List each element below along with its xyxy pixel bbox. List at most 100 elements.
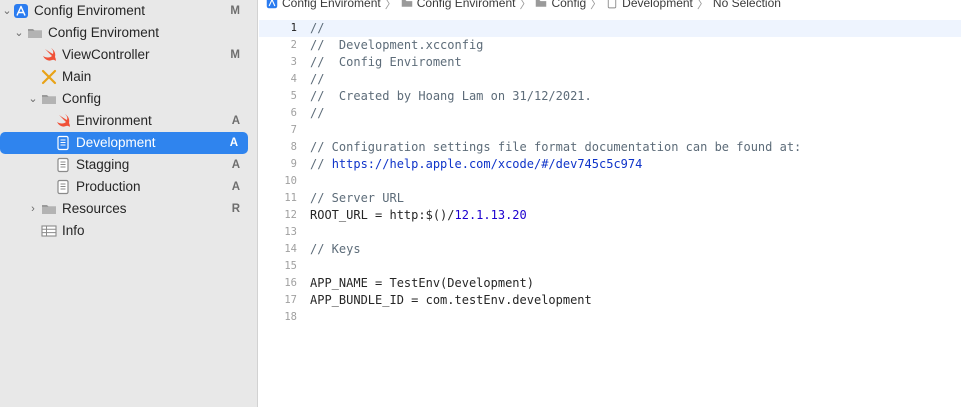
code-line[interactable]: 10 [259,173,961,190]
code-text: // [310,21,325,35]
code-line[interactable]: 2 // Development.xcconfig [259,37,961,54]
code-line[interactable]: 5 // Created by Hoang Lam on 31/12/2021. [259,88,961,105]
line-number: 3 [290,56,297,68]
ip-literal: 12.1.13.20 [454,208,527,222]
code-line[interactable]: 14 // Keys [259,241,961,258]
code-line[interactable]: 6 // [259,105,961,122]
code-line[interactable]: 7 [259,122,961,139]
line-number: 11 [284,192,297,204]
sidebar-item-label: Development [76,135,156,150]
status-badge: A [231,181,240,193]
chevron-down-icon[interactable]: ⌄ [13,22,25,44]
chevron-right-icon: 〉 [696,0,709,11]
code-line[interactable]: 16 APP_NAME = TestEnv(Development) [259,275,961,292]
document-icon [55,135,71,151]
document-icon [606,0,618,9]
chevron-right-icon: 〉 [590,0,603,11]
code-line[interactable]: 15 [259,258,961,275]
code-key-value: ROOT_URL = http:$()/ [310,208,455,222]
sidebar-item-label: Config Enviroment [48,25,160,40]
document-icon [55,157,71,173]
chevron-right-icon: 〉 [519,0,532,11]
folder-icon [27,25,43,41]
sidebar-item-development[interactable]: Development A [0,132,248,154]
line-number: 17 [284,294,297,306]
sidebar-item-resources[interactable]: › Resources R [0,198,250,220]
sidebar-item-info[interactable]: Info [0,220,250,242]
status-badge: M [230,49,240,61]
code-text: // https://help.apple.com/xcode/#/dev745… [310,156,642,173]
status-badge: A [231,159,240,171]
project-navigator: ⌄ Config Enviroment M ⌄ Config Enviromen… [0,0,258,407]
line-number: 12 [284,209,297,221]
breadcrumb-item-project[interactable]: Config Enviroment [282,0,381,10]
status-badge: A [229,137,238,149]
folder-icon [535,0,547,9]
line-number: 6 [290,107,297,119]
chevron-right-icon[interactable]: › [27,198,39,220]
app-project-icon [13,3,29,19]
code-line[interactable]: 8 // Configuration settings file format … [259,139,961,156]
sidebar-item-production[interactable]: Production A [0,176,250,198]
code-line[interactable]: 11 // Server URL [259,190,961,207]
chevron-down-icon[interactable]: ⌄ [1,0,13,22]
folder-icon [41,91,57,107]
status-badge: A [231,115,240,127]
line-number: 7 [290,124,297,136]
code-line[interactable]: 1 // [259,20,961,37]
code-line[interactable]: 4 // [259,71,961,88]
code-line[interactable]: 9 // https://help.apple.com/xcode/#/dev7… [259,156,961,173]
sidebar-item-label: Stagging [76,157,130,172]
documentation-link[interactable]: https://help.apple.com/xcode/#/dev745c5c… [332,157,643,171]
code-line[interactable]: 3 // Config Enviroment [259,54,961,71]
code-text: // Server URL [310,191,404,205]
breadcrumb-item-file[interactable]: Development [622,0,693,10]
status-badge: M [230,5,240,17]
sidebar-item-group[interactable]: ⌄ Config Enviroment [0,22,250,44]
sidebar-item-stagging[interactable]: Stagging A [0,154,250,176]
sidebar-item-viewcontroller[interactable]: ViewController M [0,44,250,66]
sidebar-item-label: Main [62,69,92,84]
sidebar-item-config[interactable]: ⌄ Config [0,88,250,110]
plist-table-icon [41,223,57,239]
code-text: ROOT_URL = http:$()/12.1.13.20 [310,207,527,224]
code-text: // Keys [310,242,361,256]
swift-icon [41,47,57,63]
document-icon [55,179,71,195]
sidebar-item-label: ViewController [62,47,150,62]
sidebar-item-project[interactable]: ⌄ Config Enviroment M [0,0,250,22]
folder-icon [401,0,413,9]
line-number: 15 [284,260,297,272]
chevron-down-icon[interactable]: ⌄ [27,88,39,110]
breadcrumb-item-config[interactable]: Config [551,0,586,10]
sidebar-item-main[interactable]: Main [0,66,250,88]
line-number: 16 [284,277,297,289]
code-text: // Config Enviroment [310,55,462,69]
swift-icon [55,113,71,129]
line-number: 4 [290,73,297,85]
code-text: // Development.xcconfig [310,38,484,52]
line-number: 13 [284,226,297,238]
code-line[interactable]: 13 [259,224,961,241]
app-project-icon [266,0,278,9]
code-line[interactable]: 12 ROOT_URL = http:$()/12.1.13.20 [259,207,961,224]
sidebar-item-label: Environment [76,113,152,128]
line-number: 2 [290,39,297,51]
sidebar-item-label: Config Enviroment [34,3,146,18]
code-text: APP_BUNDLE_ID = com.testEnv.development [310,293,592,307]
breadcrumb-item-group[interactable]: Config Enviroment [417,0,516,10]
code-line[interactable]: 17 APP_BUNDLE_ID = com.testEnv.developme… [259,292,961,309]
breadcrumb-item-selection[interactable]: No Selection [713,0,781,10]
sidebar-item-environment[interactable]: Environment A [0,110,250,132]
breadcrumb: Config Enviroment 〉 Config Enviroment 〉 … [266,0,781,12]
line-number: 9 [290,158,297,170]
folder-icon [41,201,57,217]
comment-prefix: // [310,157,332,171]
code-text: // Created by Hoang Lam on 31/12/2021. [310,89,592,103]
chevron-right-icon: 〉 [384,0,397,11]
sidebar-item-label: Config [62,91,102,106]
storyboard-icon [41,69,57,85]
sidebar-item-label: Resources [62,201,127,216]
source-editor[interactable]: 1 // 2 // Development.xcconfig 3 // Conf… [259,16,961,407]
code-line[interactable]: 18 [259,309,961,326]
